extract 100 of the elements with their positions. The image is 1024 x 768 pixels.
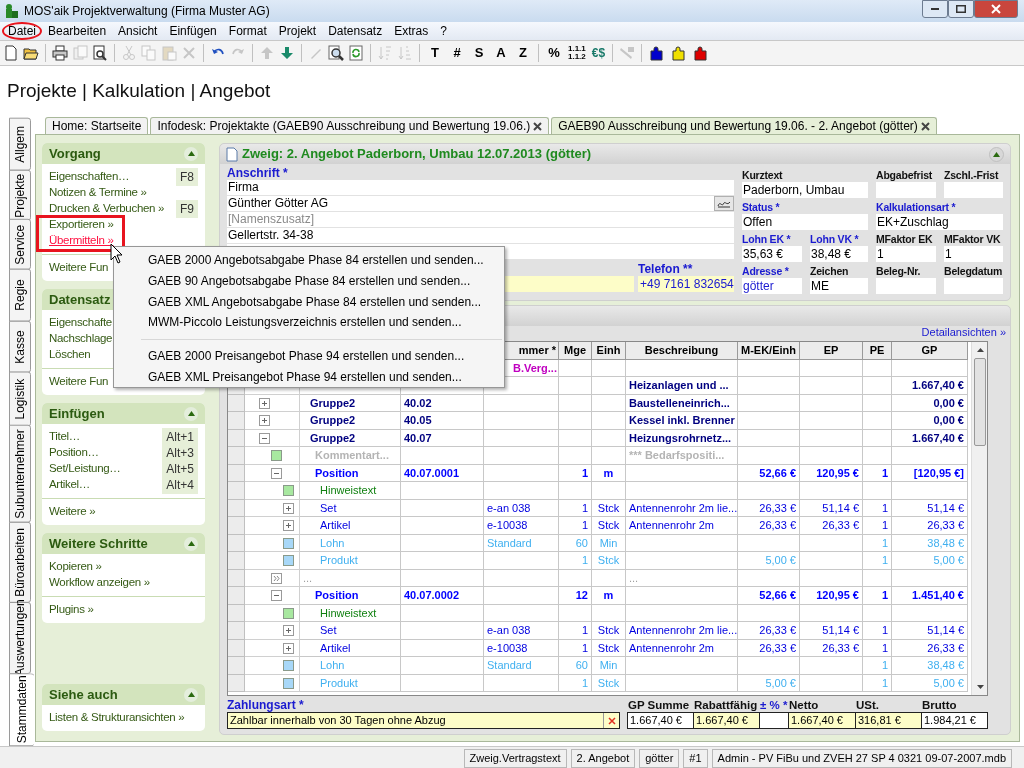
field-label: ± % * xyxy=(760,699,789,712)
table-cell: Artikel xyxy=(300,639,401,657)
table-cell: Gruppe2 xyxy=(300,429,401,447)
table-cell: Kessel inkl. Brenner xyxy=(626,412,738,430)
field-label: Belegdatum xyxy=(944,264,1003,278)
table-cell: 5,00 € xyxy=(892,674,968,692)
table-cell: e-an 038 xyxy=(484,622,559,640)
table-cell: Produkt xyxy=(300,674,401,692)
table-cell: Position xyxy=(300,587,401,605)
table-cell: 120,95 € xyxy=(800,587,863,605)
table-cell: 1 xyxy=(559,639,592,657)
table-cell: Stck xyxy=(592,639,626,657)
field-label: Netto xyxy=(789,699,820,712)
table-cell: Standard xyxy=(484,534,559,552)
table-cell: 0,00 € xyxy=(892,394,968,412)
field-label: Anschrift * xyxy=(227,166,289,180)
table-cell: 5,00 € xyxy=(738,674,800,692)
table-cell: 51,14 € xyxy=(892,499,968,517)
table-cell: m xyxy=(592,464,626,482)
table-cell: Gruppe2 xyxy=(300,394,401,412)
table-cell: Stck xyxy=(592,517,626,535)
table-cell: 60 xyxy=(559,534,592,552)
field-label: Lohn EK * xyxy=(742,232,792,246)
status-field: 2. Angebot xyxy=(570,749,636,768)
table-cell: Antennenrohr 2m xyxy=(626,517,738,535)
table-cell: 0,00 € xyxy=(892,412,968,430)
field-label: USt. xyxy=(856,699,880,712)
table-cell: m xyxy=(592,587,626,605)
table-cell: 51,14 € xyxy=(892,622,968,640)
table-cell: 12 xyxy=(559,587,592,605)
field-label: Beleg-Nr. xyxy=(876,264,922,278)
table-cell: 40.07 xyxy=(401,429,484,447)
table-cell: Lohn xyxy=(300,534,401,552)
table-cell: 1 xyxy=(863,674,892,692)
table-cell: Heizanlagen und ... xyxy=(626,377,738,395)
numbering-label: 1.1.2 xyxy=(568,53,586,61)
table-cell: Heizungsrohrnetz... xyxy=(626,429,738,447)
field-label: Kurztext xyxy=(742,168,784,182)
table-cell: 1 xyxy=(559,464,592,482)
table-cell: 1 xyxy=(863,639,892,657)
field-label: Abgabefrist xyxy=(876,168,934,182)
table-cell: Hinweistext xyxy=(300,482,401,500)
shortcut-label: Alt+4 xyxy=(162,476,198,494)
table-cell: 1 xyxy=(863,534,892,552)
table-cell: Stck xyxy=(592,499,626,517)
table-cell: Min xyxy=(592,657,626,675)
field-label: Lohn VK * xyxy=(810,232,860,246)
table-cell: Standard xyxy=(484,657,559,675)
table-cell: e-10038 xyxy=(484,517,559,535)
table-cell: Min xyxy=(592,534,626,552)
section-title: Datensatz xyxy=(49,290,111,309)
table-cell: Baustelleneinrich... xyxy=(626,394,738,412)
table-cell: 26,33 € xyxy=(892,517,968,535)
table-cell: 1 xyxy=(863,587,892,605)
field-label: Zschl.-Frist xyxy=(944,168,1000,182)
table-cell: 40.05 xyxy=(401,412,484,430)
table-cell: 1.667,40 € xyxy=(892,377,968,395)
section-title: Vorgang xyxy=(49,144,101,163)
table-cell: 1 xyxy=(559,499,592,517)
table-cell: Set xyxy=(300,499,401,517)
table-cell: 38,48 € xyxy=(892,534,968,552)
table-cell: 1 xyxy=(863,622,892,640)
field-label: GP Summe xyxy=(628,699,691,712)
status-field: Zweig.Vertragstext xyxy=(463,749,567,768)
table-cell: Antennenrohr 2m lie... xyxy=(626,622,738,640)
table-cell: 26,33 € xyxy=(738,622,800,640)
table-cell: 1.451,40 € xyxy=(892,587,968,605)
field-label: Zeichen xyxy=(810,264,850,278)
table-cell: Kommentart... xyxy=(300,447,401,465)
field-label: Rabattfähig xyxy=(694,699,759,712)
table-cell: 1 xyxy=(863,657,892,675)
table-cell: 40.07.0002 xyxy=(401,587,484,605)
table-cell: Hinweistext xyxy=(300,604,401,622)
table-cell: ... xyxy=(626,569,738,587)
table-cell: 1 xyxy=(559,552,592,570)
field-label: Zahlungsart * xyxy=(227,699,305,712)
section-title: Zweig: 2. Angebot Paderborn, Umbau 12.07.2013 (götter) xyxy=(242,145,593,164)
table-cell: 51,14 € xyxy=(800,499,863,517)
table-cell: 26,33 € xyxy=(800,639,863,657)
table-cell: e-10038 xyxy=(484,639,559,657)
table-cell: 60 xyxy=(559,657,592,675)
table-cell: 1 xyxy=(863,499,892,517)
table-cell: 38,48 € xyxy=(892,657,968,675)
table-cell: 1 xyxy=(863,552,892,570)
table-cell: Antennenrohr 2m xyxy=(626,639,738,657)
table-cell: 1 xyxy=(863,464,892,482)
table-cell: 26,33 € xyxy=(738,517,800,535)
section-title: Einfügen xyxy=(49,404,105,423)
table-cell: 1.667,40 € xyxy=(892,429,968,447)
section-title: Weitere Schritte xyxy=(49,534,148,553)
table-cell: 26,33 € xyxy=(800,517,863,535)
table-cell: 26,33 € xyxy=(892,639,968,657)
table-cell: 120,95 € xyxy=(800,464,863,482)
shortcut-label: F9 xyxy=(176,200,198,218)
table-cell: Stck xyxy=(592,622,626,640)
table-cell: Antennenrohr 2m lie... xyxy=(626,499,738,517)
table-cell: 52,66 € xyxy=(738,464,800,482)
table-cell: 1 xyxy=(559,674,592,692)
field-label: MFaktor EK xyxy=(876,232,934,246)
table-cell: Stck xyxy=(592,552,626,570)
